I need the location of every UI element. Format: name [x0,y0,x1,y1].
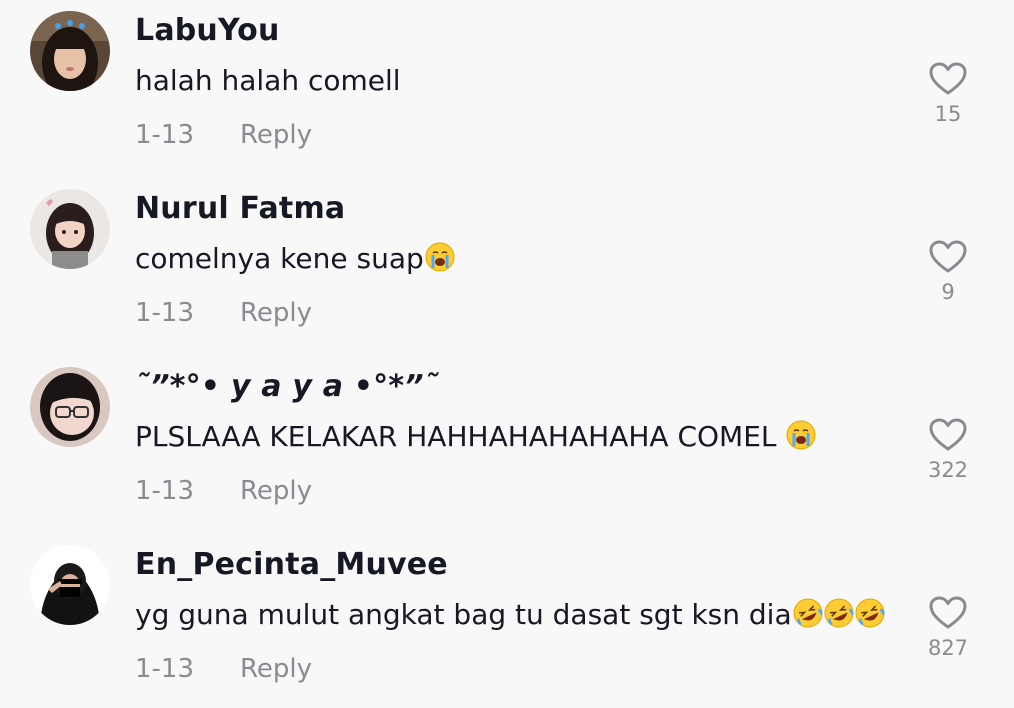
reply-button[interactable]: Reply [240,120,312,150]
comment-username[interactable]: LabuYou [135,13,280,48]
comment-item: ˜”*°• y a y a •°*”˜ PLSLAAA KELAKAR HAHH… [0,356,1014,534]
comment-username[interactable]: En_Pecinta_Muvee [135,547,448,582]
heart-icon [929,418,967,451]
comment-username[interactable]: Nurul Fatma [135,191,345,226]
comment-username[interactable]: ˜”*°• y a y a •°*”˜ [135,369,439,404]
comment-item: LabuYou halah halah comell 1-13 Reply 15 [0,0,1014,178]
comment-date: 1-13 [135,298,195,328]
like-section: 15 [918,58,978,126]
comment-text: PLSLAAA KELAKAR HAHHAHAHAHAHA COMEL [135,420,816,453]
like-count: 827 [927,636,969,660]
comment-meta: 1-13 Reply [135,298,312,328]
avatar[interactable] [30,189,110,269]
reply-button[interactable]: Reply [240,654,312,684]
comment-text-content: comelnya kene suap [135,242,424,275]
avatar[interactable] [30,545,110,625]
comment-text: halah halah comell [135,64,401,97]
like-button[interactable] [918,58,978,100]
avatar[interactable] [30,367,110,447]
like-button[interactable] [918,592,978,634]
like-section: 322 [918,414,978,482]
comment-text-content: PLSLAAA KELAKAR HAHHAHAHAHAHA COMEL [135,420,786,453]
reply-button[interactable]: Reply [240,298,312,328]
comment-meta: 1-13 Reply [135,476,312,506]
like-section: 827 [918,592,978,660]
comment-meta: 1-13 Reply [135,654,312,684]
crying-face-icon [425,242,455,272]
comment-text-content: yg guna mulut angkat bag tu dasat sgt ks… [135,598,792,631]
rofl-face-icon [824,598,854,628]
avatar[interactable] [30,11,110,91]
rofl-face-icon [793,598,823,628]
like-count: 322 [927,458,969,482]
like-count: 9 [941,280,955,304]
heart-icon [929,596,967,629]
heart-icon [929,62,967,95]
reply-button[interactable]: Reply [240,476,312,506]
comment-date: 1-13 [135,654,195,684]
comment-list: LabuYou halah halah comell 1-13 Reply 15 [0,0,1014,708]
like-section: 9 [918,236,978,304]
crying-face-icon [786,420,816,450]
comment-meta: 1-13 Reply [135,120,312,150]
comment-text: yg guna mulut angkat bag tu dasat sgt ks… [135,598,885,631]
like-button[interactable] [918,414,978,456]
comment-date: 1-13 [135,476,195,506]
comment-date: 1-13 [135,120,195,150]
comment-text: comelnya kene suap [135,242,455,275]
rofl-face-icon [855,598,885,628]
heart-icon [929,240,967,273]
comment-item: Nurul Fatma comelnya kene suap 1-13 Reply… [0,178,1014,356]
comment-text-content: halah halah comell [135,64,401,97]
like-button[interactable] [918,236,978,278]
comment-item: En_Pecinta_Muvee yg guna mulut angkat ba… [0,534,1014,708]
like-count: 15 [934,102,962,126]
